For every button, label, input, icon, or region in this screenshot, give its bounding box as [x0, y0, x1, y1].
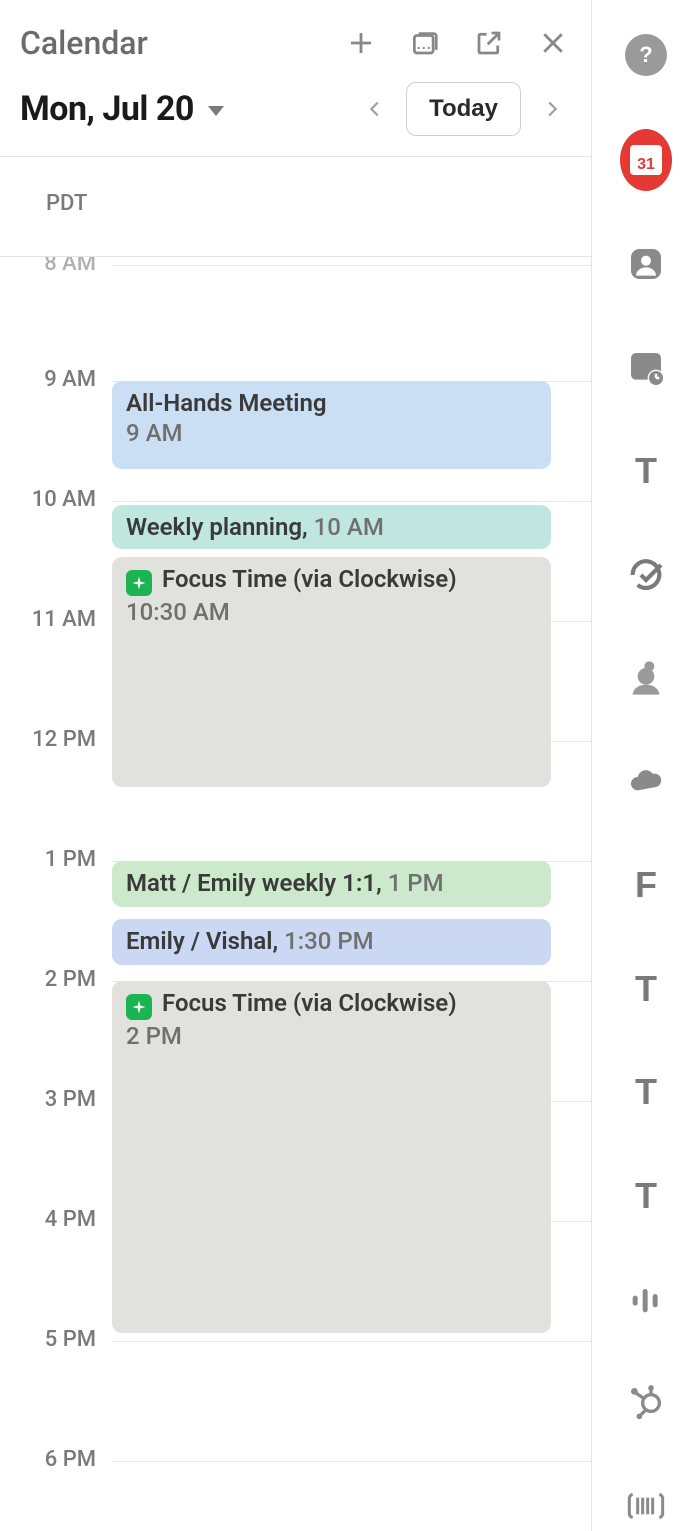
rail-hubspot-button[interactable] [620, 1378, 672, 1428]
rail-schedule-button[interactable] [620, 343, 672, 393]
timezone-label: PDT [0, 156, 591, 257]
rail-app-t-1[interactable]: T [620, 447, 672, 497]
date-picker-button[interactable]: Mon, Jul 20 [20, 89, 344, 129]
today-button[interactable]: Today [406, 82, 521, 136]
external-link-icon [474, 28, 504, 58]
letter-t-icon: T [635, 1175, 657, 1217]
event-time: 1 PM [388, 869, 444, 897]
hour-label: 8 AM [0, 257, 96, 276]
rail-audio-button[interactable] [620, 1275, 672, 1325]
rail-app-t-3[interactable]: T [620, 1068, 672, 1118]
rail-help-button[interactable]: ? [620, 30, 672, 80]
letter-f-icon: F [635, 864, 657, 906]
plus-icon [346, 28, 376, 58]
calendar-event[interactable]: Emily / Vishal, 1:30 PM [112, 919, 551, 965]
calendar-multi-icon [410, 28, 440, 58]
event-title: Emily / Vishal, [126, 927, 284, 955]
event-time: 9 AM [126, 419, 537, 447]
barcode-icon [626, 1486, 666, 1526]
schedule-icon [626, 348, 666, 388]
chevron-left-icon [364, 98, 386, 120]
audio-bars-icon [626, 1279, 666, 1319]
hour-label: 10 AM [0, 487, 96, 512]
event-time: 2 PM [126, 1022, 537, 1050]
event-title: Matt / Emily weekly 1:1, [126, 869, 388, 897]
letter-t-icon: T [635, 968, 657, 1010]
event-time: 1:30 PM [284, 927, 374, 955]
hour-label: 11 AM [0, 607, 96, 632]
current-date-label: Mon, Jul 20 [20, 89, 194, 129]
event-title: All-Hands Meeting [126, 389, 327, 417]
hour-label: 2 PM [0, 967, 96, 992]
open-external-button[interactable] [471, 25, 507, 61]
letter-t-icon: T [635, 450, 657, 492]
calendar-event[interactable]: Focus Time (via Clockwise) 2 PM [112, 981, 551, 1333]
avatar-bun-icon [626, 658, 666, 698]
day-timeline[interactable]: 8 AM 9 AM 10 AM 11 AM 12 PM 1 PM 2 PM 3 PM 4 PM 5… [0, 257, 591, 1531]
rail-profile-button[interactable] [620, 654, 672, 704]
event-title: Focus Time (via Clockwise) [162, 565, 457, 593]
hour-label: 5 PM [0, 1327, 96, 1352]
help-icon: ? [625, 34, 667, 76]
hour-label: 4 PM [0, 1207, 96, 1232]
event-title: Focus Time (via Clockwise) [162, 989, 457, 1017]
close-panel-button[interactable] [535, 25, 571, 61]
calendar-event[interactable]: Weekly planning, 10 AM [112, 505, 551, 549]
cloud-icon [626, 762, 666, 802]
hour-label: 3 PM [0, 1087, 96, 1112]
hubspot-icon [626, 1383, 666, 1423]
hour-label: 1 PM [0, 847, 96, 872]
person-icon [626, 244, 666, 284]
rail-contacts-button[interactable] [620, 240, 672, 290]
hour-label: 6 PM [0, 1447, 96, 1472]
event-time: 10:30 AM [126, 598, 537, 626]
calendar-event[interactable]: All-Hands Meeting9 AM [112, 381, 551, 469]
rail-app-t-4[interactable]: T [620, 1171, 672, 1221]
close-icon [538, 28, 568, 58]
calendar-event[interactable]: Focus Time (via Clockwise) 10:30 AM [112, 557, 551, 787]
letter-t-icon: T [635, 1071, 657, 1113]
rail-app-t-2[interactable]: T [620, 964, 672, 1014]
event-title: Weekly planning, [126, 513, 314, 541]
rail-cloud-button[interactable] [620, 757, 672, 807]
panel-title: Calendar [20, 24, 315, 62]
side-rail: ? 31 T [592, 0, 700, 1531]
rail-calendar-button[interactable]: 31 [620, 134, 672, 186]
hour-label: 12 PM [0, 727, 96, 752]
calendar-icon: 31 [620, 129, 672, 191]
prev-day-button[interactable] [356, 90, 394, 128]
rail-refresh-button[interactable] [620, 550, 672, 600]
chevron-down-icon [208, 106, 224, 116]
hour-label: 9 AM [0, 367, 96, 392]
add-event-button[interactable] [343, 25, 379, 61]
event-time: 10 AM [314, 513, 384, 541]
next-day-button[interactable] [533, 90, 571, 128]
rail-barcode-button[interactable] [620, 1482, 672, 1531]
chevron-right-icon [541, 98, 563, 120]
refresh-check-icon [626, 555, 666, 595]
rail-app-f[interactable]: F [620, 861, 672, 911]
sparkle-icon [126, 994, 152, 1020]
calendar-event[interactable]: Matt / Emily weekly 1:1, 1 PM [112, 861, 551, 907]
sparkle-icon [126, 570, 152, 596]
calendar-view-button[interactable] [407, 25, 443, 61]
